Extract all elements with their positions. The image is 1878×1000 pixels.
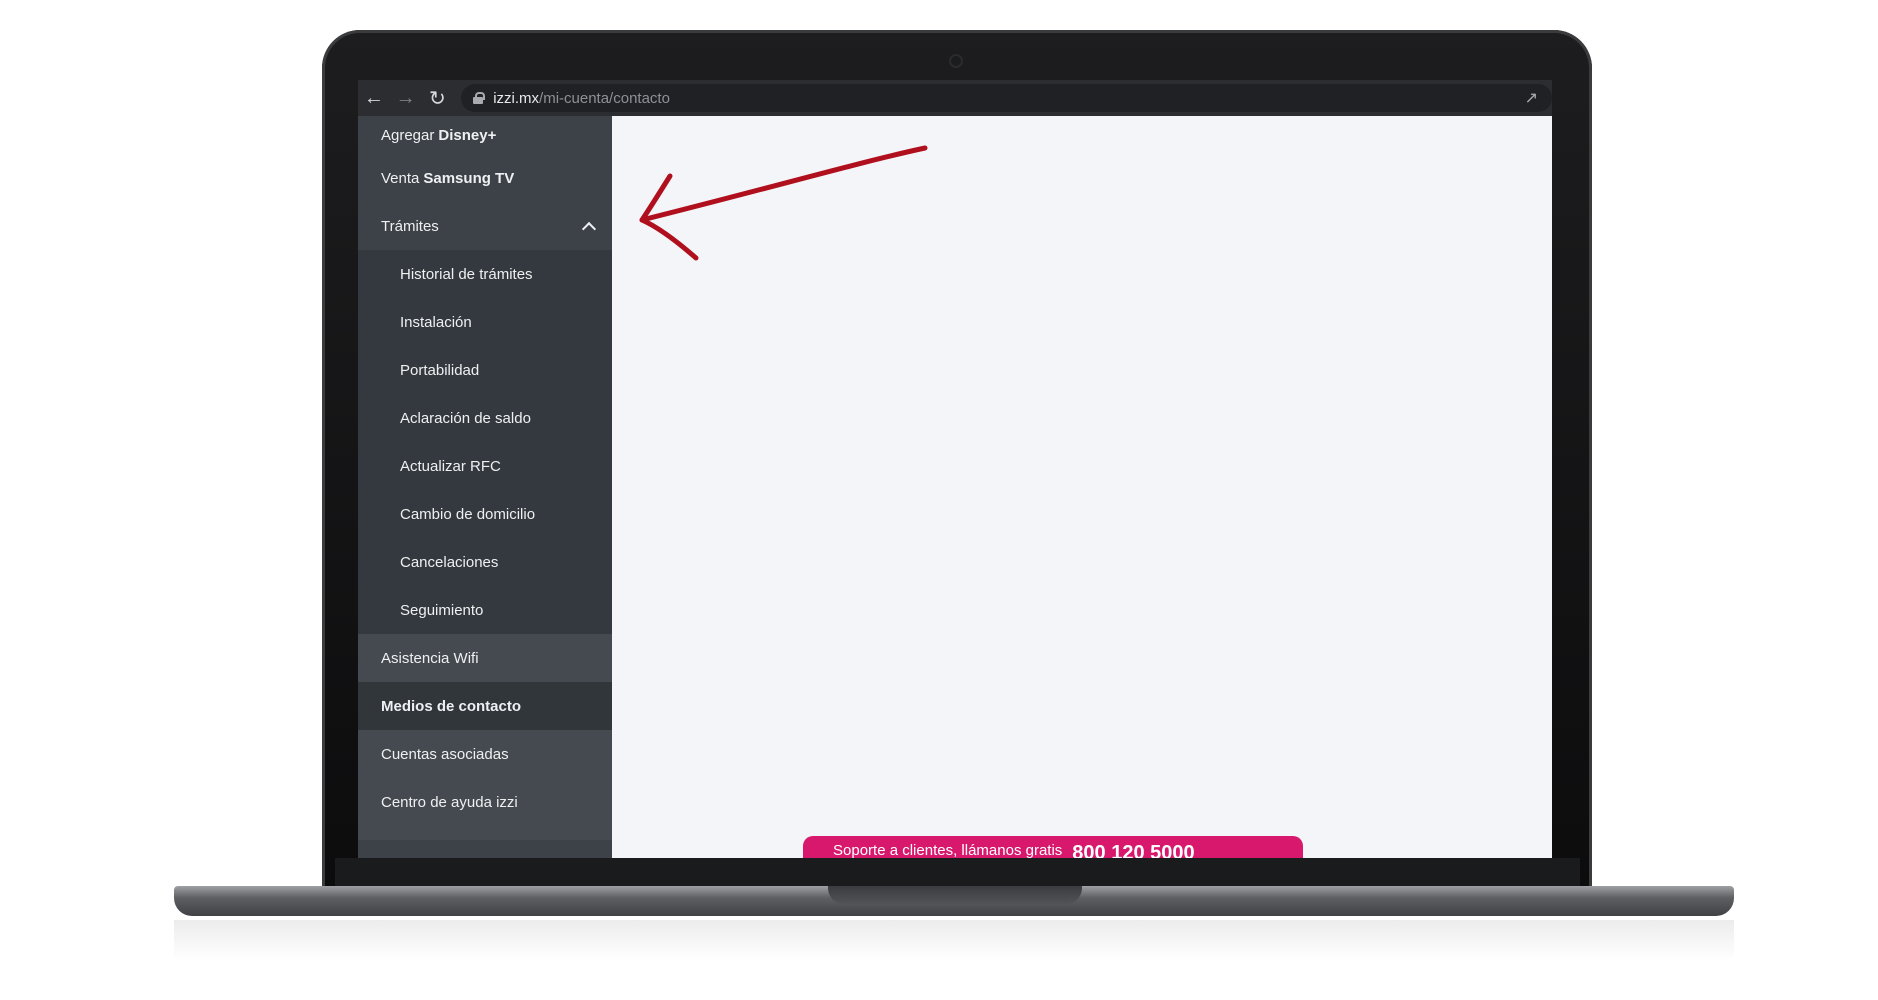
sidebar-group-tramites[interactable]: Trámites	[358, 202, 612, 250]
forward-arrow-icon[interactable]: →	[390, 80, 422, 116]
submenu-item[interactable]: Portabilidad	[358, 346, 612, 394]
address-bar[interactable]: izzi.mx/mi-cuenta/contacto ↗	[461, 84, 1552, 112]
back-arrow-icon[interactable]: ←	[358, 80, 390, 116]
sidebar-item-wifi[interactable]: Asistencia Wifi	[358, 634, 612, 682]
lock-icon	[473, 92, 486, 104]
reload-icon[interactable]: ↻	[421, 80, 453, 116]
share-icon[interactable]: ↗	[1525, 88, 1538, 108]
support-button[interactable]: Soporte a clientes, llámanos gratis 800 …	[803, 836, 1303, 858]
support-phone: 800 120 5000	[1072, 842, 1195, 858]
base-reflection	[174, 920, 1734, 960]
submenu-item[interactable]: Seguimiento	[358, 586, 612, 634]
annotation-arrow-icon	[639, 145, 928, 261]
submenu-item[interactable]: Actualizar RFC	[358, 442, 612, 490]
screen-bezel	[335, 858, 1580, 886]
submenu-item[interactable]: Instalación	[358, 298, 612, 346]
submenu-item[interactable]: Aclaración de saldo	[358, 394, 612, 442]
camera-icon	[951, 56, 961, 66]
submenu-item[interactable]: Cambio de domicilio	[358, 490, 612, 538]
laptop-notch	[828, 886, 1082, 904]
submenu-item[interactable]: Cancelaciones	[358, 538, 612, 586]
sidebar-item-bold: Samsung TV	[423, 169, 515, 187]
sidebar-item-disney[interactable]: Agregar Disney+	[358, 116, 612, 154]
sidebar-item-samsung[interactable]: Venta Samsung TV	[358, 154, 612, 202]
submenu-item[interactable]: Historial de trámites	[358, 250, 612, 298]
url-host: izzi.mx	[493, 89, 540, 107]
sidebar: Agregar Disney+ Venta Samsung TV Trámites …	[358, 116, 612, 858]
sidebar-item-ayuda[interactable]: Centro de ayuda izzi	[358, 778, 612, 826]
sidebar-item-contacto[interactable]: Medios de contacto	[358, 682, 612, 730]
sidebar-item-label: Venta	[381, 169, 420, 187]
chevron-up-icon	[581, 221, 597, 237]
sidebar-item-partial	[358, 826, 612, 840]
sidebar-item-cuentas[interactable]: Cuentas asociadas	[358, 730, 612, 778]
sidebar-item-bold: Disney+	[438, 126, 497, 144]
tramites-submenu: Historial de trámites Instalación Portab…	[358, 250, 612, 634]
sidebar-group-label: Trámites	[381, 217, 439, 235]
url-path: /mi-cuenta/contacto	[539, 89, 670, 107]
browser-toolbar: ← → ↻ izzi.mx/mi-cuenta/contacto ↗	[358, 80, 1552, 116]
support-label: Soporte a clientes, llámanos gratis	[833, 842, 1063, 858]
screen: ← → ↻ izzi.mx/mi-cuenta/contacto ↗ Agreg…	[358, 80, 1552, 858]
sidebar-item-label: Agregar	[381, 126, 435, 144]
